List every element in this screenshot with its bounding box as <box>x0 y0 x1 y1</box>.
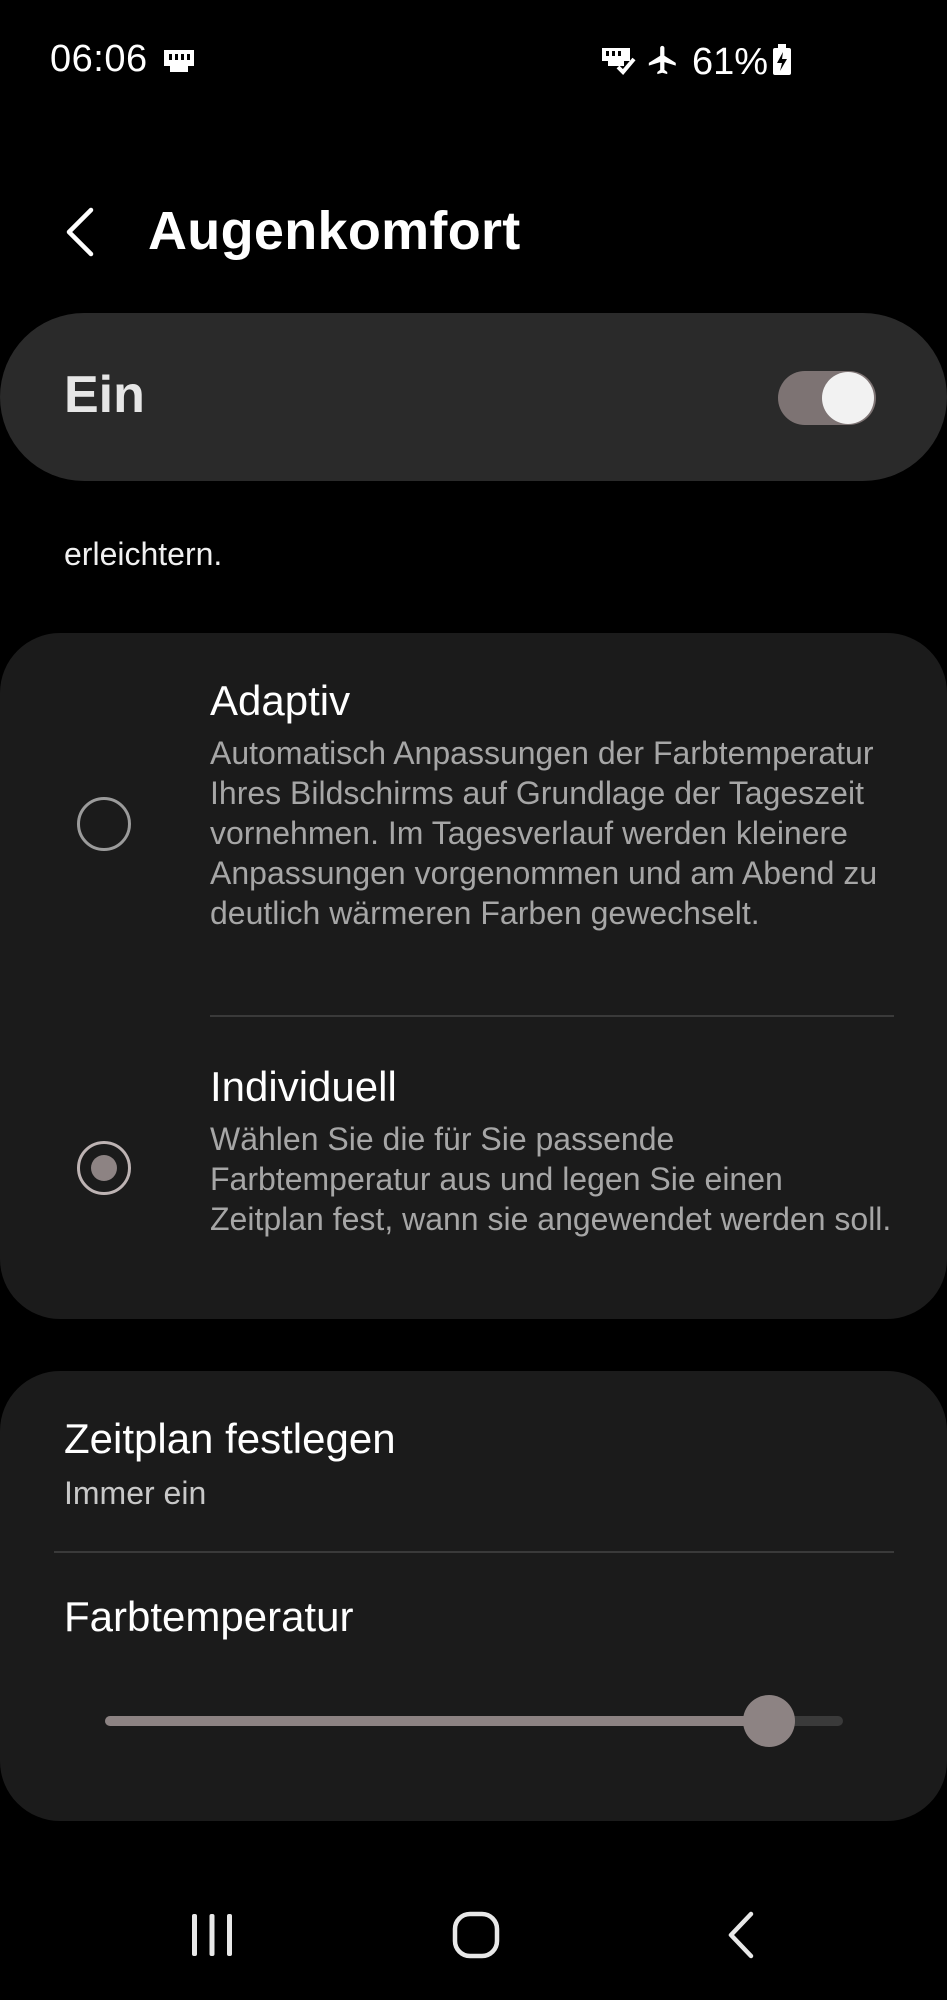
option-description: Automatisch Anpassungen der Farbtemperat… <box>210 735 878 931</box>
option-description: Wählen Sie die für Sie passende Farbtemp… <box>210 1121 892 1237</box>
chevron-left-icon[interactable] <box>55 202 115 262</box>
mode-option-adaptiv[interactable]: Adaptiv Automatisch Anpassungen der Farb… <box>0 633 947 1017</box>
vpn-check-icon <box>600 45 636 80</box>
home-icon[interactable] <box>416 1880 536 1990</box>
mode-option-individuell[interactable]: Individuell Wählen Sie die für Sie passe… <box>0 1017 947 1319</box>
master-toggle-label: Ein <box>64 366 145 424</box>
schedule-title[interactable]: Zeitplan festlegen <box>64 1415 396 1463</box>
color-temperature-slider[interactable] <box>105 1695 843 1747</box>
slider-fill <box>105 1716 769 1726</box>
option-title: Adaptiv <box>210 677 351 724</box>
switch-knob <box>822 372 874 424</box>
radio-individuell[interactable] <box>77 1141 131 1195</box>
battery-percent: 61% <box>691 40 768 83</box>
page-title: Augenkomfort <box>148 201 521 261</box>
navigation-bar <box>0 1880 947 2000</box>
schedule-value: Immer ein <box>64 1475 207 1511</box>
back-icon[interactable] <box>682 1880 802 1990</box>
divider <box>54 1551 894 1553</box>
status-right-group: 61% <box>590 38 792 86</box>
sim-card-icon <box>162 48 196 74</box>
status-bar: 06:06 61% <box>0 0 947 120</box>
option-title: Individuell <box>210 1063 397 1110</box>
mode-card: Adaptiv Automatisch Anpassungen der Farb… <box>0 633 947 1319</box>
description-text: erleichtern. <box>64 536 223 572</box>
master-toggle-switch[interactable] <box>778 371 876 425</box>
schedule-card: Zeitplan festlegen Immer ein Farbtempera… <box>0 1371 947 1821</box>
color-temperature-title: Farbtemperatur <box>64 1593 354 1640</box>
radio-adaptiv[interactable] <box>77 797 131 851</box>
master-toggle-row[interactable]: Ein <box>0 313 947 481</box>
airplane-mode-icon <box>646 43 680 82</box>
status-time: 06:06 <box>50 38 148 80</box>
battery-charging-icon <box>772 43 792 81</box>
slider-thumb[interactable] <box>743 1695 795 1747</box>
app-bar: Augenkomfort <box>0 180 947 280</box>
recent-apps-icon[interactable] <box>152 1880 272 1990</box>
